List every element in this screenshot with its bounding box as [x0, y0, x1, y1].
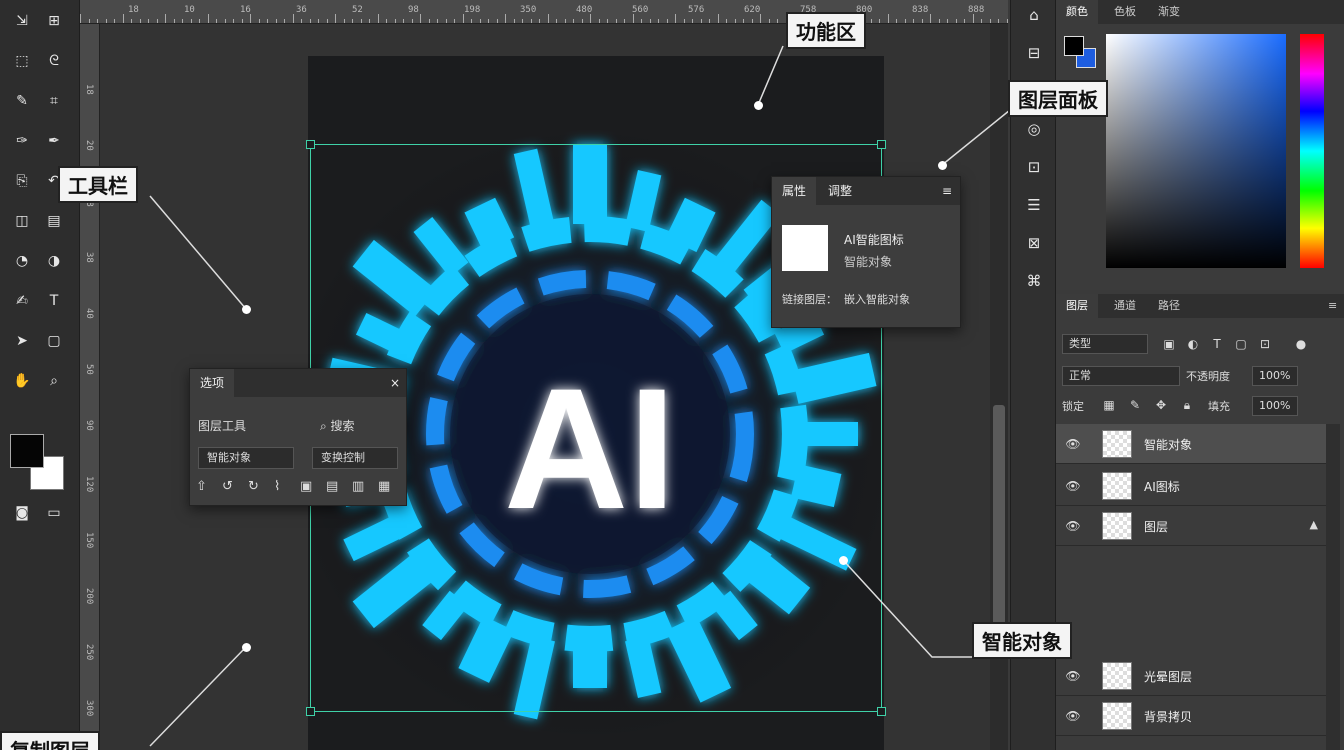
callout-line-bottom-left	[149, 646, 247, 747]
callout-line-right	[842, 559, 972, 658]
callout-dot-top-right	[938, 161, 947, 170]
callout-top: 功能区	[786, 12, 866, 49]
callout-left: 工具栏	[58, 166, 138, 203]
callout-dot-top	[754, 101, 763, 110]
color-foreground-swatch[interactable]	[1064, 36, 1084, 56]
callout-dot-left	[242, 305, 251, 314]
callout-right: 智能对象	[972, 622, 1072, 659]
callout-lines	[149, 45, 1011, 747]
callout-line-left	[149, 195, 247, 310]
callout-dot-right	[839, 556, 848, 565]
callout-top-right: 图层面板	[1008, 80, 1108, 117]
callout-bottom-left: 复制图层	[0, 731, 100, 750]
callout-line-top-right	[941, 109, 1011, 166]
photoshop-window: ⇲ ⊞ ⬚ ᘓ ✎ ⌗ ✑ ✒ ⎘ ↶ ◫ ▤ ◔ ◑ ✍ T ➤ ▢ ✋ ⌕ ◙ ▭ 18 10 16 36 52 98 198 35…	[0, 0, 1344, 750]
callout-dot-bottom-left	[242, 643, 251, 652]
callout-line-top	[757, 45, 784, 106]
